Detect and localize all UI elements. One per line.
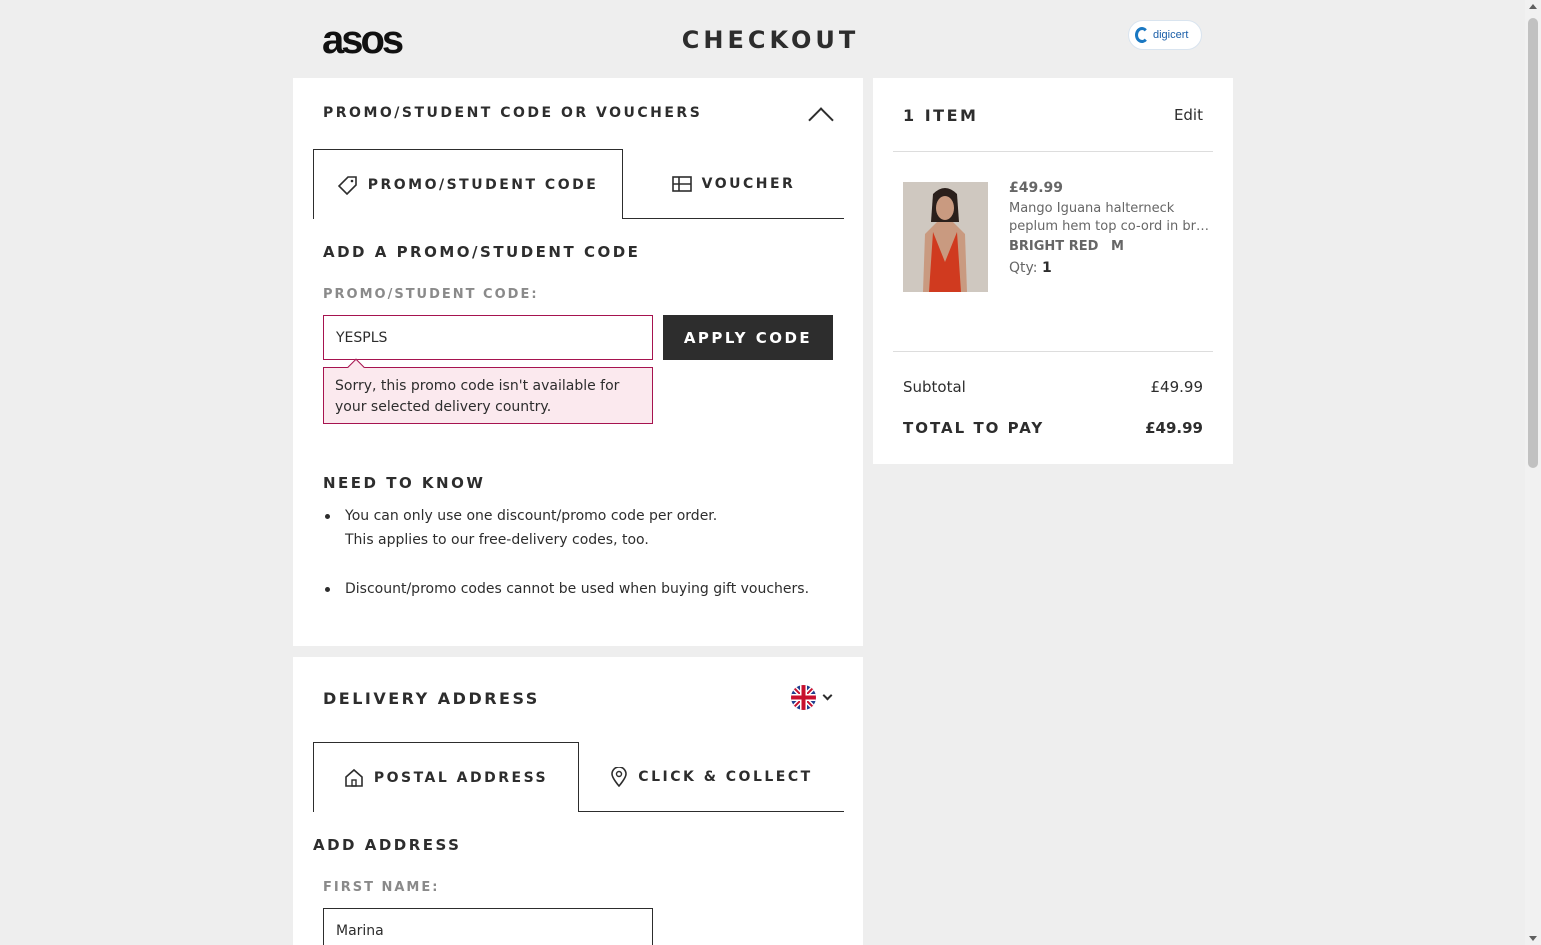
- home-icon: [345, 768, 363, 787]
- item-price: £49.99: [1009, 180, 1064, 196]
- order-summary-panel: 1 ITEM Edit £49.99 Mango Iguana halterne…: [873, 78, 1233, 464]
- subtotal-row: Subtotal £49.99: [903, 378, 1203, 396]
- promo-panel: PROMO/STUDENT CODE OR VOUCHERS PROMO/STU…: [293, 78, 863, 646]
- product-image[interactable]: [903, 182, 988, 292]
- delivery-heading: DELIVERY ADDRESS: [323, 689, 540, 708]
- flag-graphic: [791, 685, 816, 710]
- list-item-text: Discount/promo codes cannot be used when…: [345, 581, 810, 597]
- error-pointer: [347, 358, 365, 376]
- list-item-text: This applies to our free-delivery codes,…: [345, 532, 649, 548]
- item-count-heading: 1 ITEM: [903, 106, 979, 125]
- lock-icon: [1135, 27, 1149, 43]
- subtotal-label: Subtotal: [903, 378, 966, 396]
- tab-promo-code[interactable]: PROMO/STUDENT CODE: [313, 149, 623, 219]
- chevron-down-icon[interactable]: [822, 690, 833, 701]
- list-item: You can only use one discount/promo code…: [323, 504, 843, 552]
- tag-icon: [337, 175, 357, 195]
- add-promo-heading: ADD A PROMO/STUDENT CODE: [323, 243, 641, 261]
- promo-error-message: Sorry, this promo code isn't available f…: [323, 358, 653, 424]
- seal-label: digicert: [1153, 29, 1189, 41]
- item-name-line: Mango Iguana halterneck: [1009, 201, 1175, 216]
- add-address-heading: ADD ADDRESS: [313, 836, 462, 854]
- scroll-down-icon[interactable]: [1529, 936, 1537, 941]
- promo-field-label: PROMO/STUDENT CODE:: [323, 287, 539, 302]
- digicert-seal[interactable]: digicert: [1128, 20, 1202, 50]
- promo-heading: PROMO/STUDENT CODE OR VOUCHERS: [323, 105, 703, 121]
- item-size: M: [1111, 239, 1124, 254]
- item-quantity: Qty: 1: [1009, 260, 1052, 276]
- item-color: BRIGHT RED: [1009, 239, 1099, 254]
- item-name-line: peplum hem top co-ord in brig...: [1009, 219, 1209, 234]
- product-photo: [903, 182, 988, 292]
- tab-label: CLICK & COLLECT: [638, 768, 813, 785]
- subtotal-value: £49.99: [1150, 378, 1204, 396]
- tab-click-collect[interactable]: CLICK & COLLECT: [579, 742, 844, 812]
- tab-label: PROMO/STUDENT CODE: [367, 176, 599, 193]
- voucher-icon: [671, 175, 692, 192]
- qty-value: 1: [1041, 260, 1052, 276]
- need-to-know-heading: NEED TO KNOW: [323, 474, 486, 492]
- first-name-input[interactable]: [323, 908, 653, 945]
- location-pin-icon: [611, 766, 628, 787]
- total-label: TOTAL TO PAY: [903, 419, 1045, 437]
- chevron-up-icon[interactable]: [808, 107, 834, 133]
- first-name-label: FIRST NAME:: [323, 880, 440, 895]
- edit-bag-link[interactable]: Edit: [1174, 106, 1203, 124]
- page-title: CHECKOUT: [681, 26, 860, 54]
- qty-label: Qty:: [1009, 260, 1038, 276]
- tab-label: VOUCHER: [701, 175, 796, 192]
- apply-code-button[interactable]: APPLY CODE: [663, 315, 833, 360]
- total-row: TOTAL TO PAY £49.99: [903, 419, 1203, 437]
- need-to-know-list: You can only use one discount/promo code…: [323, 504, 843, 626]
- tab-label: POSTAL ADDRESS: [373, 769, 549, 786]
- item-name[interactable]: Mango Iguana halterneck peplum hem top c…: [1009, 200, 1209, 236]
- delivery-panel: DELIVERY ADDRESS POSTAL ADDRESS CLICK & …: [293, 657, 863, 945]
- list-item: Discount/promo codes cannot be used when…: [323, 577, 843, 601]
- promo-code-input[interactable]: [323, 315, 653, 360]
- list-item-text: You can only use one discount/promo code…: [345, 508, 718, 524]
- error-text: Sorry, this promo code isn't available f…: [335, 378, 620, 415]
- tab-postal-address[interactable]: POSTAL ADDRESS: [313, 742, 579, 812]
- scroll-thumb[interactable]: [1528, 18, 1538, 468]
- uk-flag-icon[interactable]: [791, 685, 816, 710]
- divider: [893, 151, 1213, 152]
- scroll-up-icon[interactable]: [1529, 4, 1537, 9]
- total-value: £49.99: [1145, 419, 1203, 437]
- page-scrollbar[interactable]: [1525, 0, 1541, 945]
- divider: [893, 351, 1213, 352]
- checkout-header: asos CHECKOUT digicert: [0, 0, 1525, 78]
- tab-voucher[interactable]: VOUCHER: [623, 149, 844, 219]
